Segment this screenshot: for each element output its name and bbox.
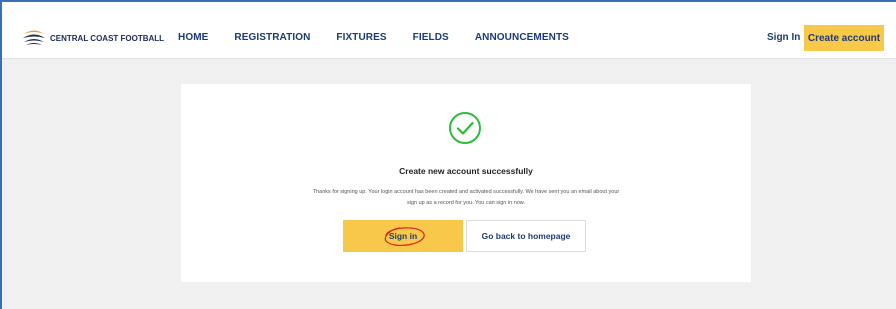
browser-frame: CENTRAL COAST FOOTBALL HOME REGISTRATION… (0, 0, 896, 309)
success-description: Thanks for signing up. Your login accoun… (276, 187, 656, 209)
site-logo[interactable]: CENTRAL COAST FOOTBALL (22, 27, 164, 49)
main-nav: HOME REGISTRATION FIXTURES FIELDS ANNOUN… (178, 32, 595, 43)
success-title: Create new account successfully (399, 166, 533, 176)
sign-in-button[interactable]: Sign in (343, 220, 463, 252)
nav-home[interactable]: HOME (178, 32, 208, 43)
description-line-1: Thanks for signing up. Your login accoun… (312, 189, 620, 195)
top-navbar: CENTRAL COAST FOOTBALL HOME REGISTRATION… (2, 2, 896, 59)
create-account-button[interactable]: Create account (804, 25, 884, 51)
nav-fixtures[interactable]: FIXTURES (336, 32, 386, 43)
nav-registration[interactable]: REGISTRATION (234, 32, 310, 43)
nav-announcements[interactable]: ANNOUNCEMENTS (475, 32, 569, 43)
logo-text: CENTRAL COAST FOOTBALL (50, 33, 165, 43)
go-back-homepage-button[interactable]: Go back to homepage (466, 220, 586, 252)
header-sign-in-link[interactable]: Sign In (767, 32, 800, 43)
check-circle-icon (449, 112, 481, 144)
nav-fields[interactable]: FIELDS (413, 32, 449, 43)
success-card: Create new account successfully Thanks f… (181, 84, 751, 282)
description-line-2: sign up as a record for you. You can sig… (406, 200, 526, 206)
logo-icon (23, 30, 45, 45)
